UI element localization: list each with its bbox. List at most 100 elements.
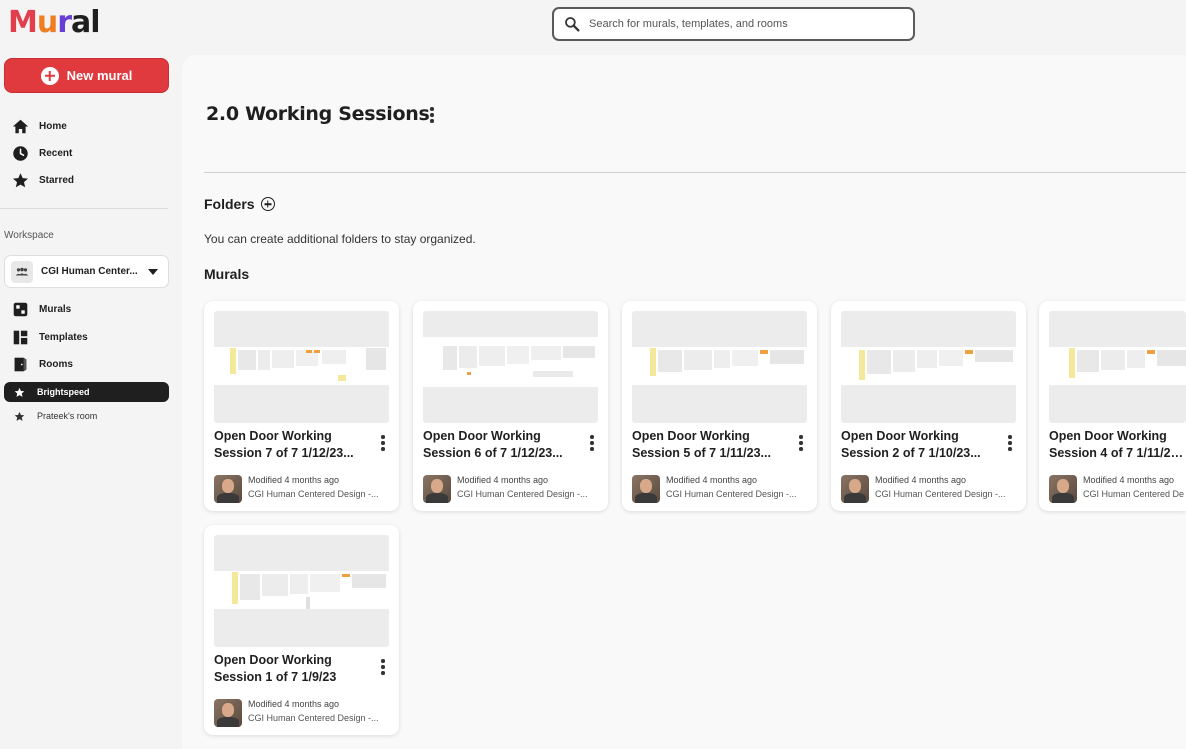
board-preview	[1049, 347, 1186, 385]
page-title: 2.0 Working Sessions	[206, 103, 430, 125]
mural-title-line: Open Door Working	[214, 653, 332, 667]
sidebar-item-murals[interactable]: Murals	[12, 299, 71, 319]
mural-title: Open Door Working Session 1 of 7 1/9/23	[214, 652, 364, 686]
star-icon	[13, 172, 28, 187]
room-item-prateeks-room[interactable]: Prateek's room	[4, 406, 169, 426]
board-preview	[214, 571, 389, 609]
logo-letter: al	[71, 5, 101, 40]
logo-letter: M	[8, 5, 38, 40]
workspace-text: CGI Human Centered Design -...	[666, 489, 797, 499]
search-bar[interactable]	[552, 7, 915, 41]
sidebar-item-templates[interactable]: Templates	[12, 327, 88, 347]
mural-thumbnail	[632, 311, 807, 423]
mural-title: Open Door Working Session 2 of 7 1/10/23…	[841, 428, 991, 462]
modified-text: Modified 4 months ago	[875, 475, 967, 485]
sidebar-item-label: Templates	[39, 331, 88, 343]
workspace-text: CGI Human Centered Design -...	[248, 489, 379, 499]
card-more-icon[interactable]	[378, 435, 388, 451]
title-divider	[204, 172, 1186, 173]
board-preview	[632, 347, 807, 385]
workspace-dropdown[interactable]: CGI Human Center...	[4, 255, 169, 288]
main-content: 2.0 Working Sessions Folders You can cre…	[182, 55, 1186, 749]
room-item-label: Brightspeed	[37, 387, 90, 397]
mural-card[interactable]: Open Door Working Session 2 of 7 1/10/23…	[831, 301, 1026, 511]
avatar	[841, 475, 869, 503]
workspace-text: CGI Human Centered Design -...	[457, 489, 588, 499]
mural-logo[interactable]: Mural	[8, 5, 101, 40]
search-input[interactable]	[589, 18, 889, 30]
mural-title-line: Session 5 of 7 1/11/23...	[632, 446, 771, 460]
card-more-icon[interactable]	[796, 435, 806, 451]
avatar	[1049, 475, 1077, 503]
more-options-icon[interactable]	[427, 107, 437, 123]
mural-card[interactable]: Open Door Working Session 1 of 7 1/9/23 …	[204, 525, 399, 735]
mural-title-line: Session 6 of 7 1/12/23...	[423, 446, 563, 460]
plus-circle-icon	[40, 66, 59, 85]
board-preview	[423, 337, 598, 387]
mural-title-line: Open Door Working	[632, 429, 750, 443]
mural-thumbnail	[214, 535, 389, 647]
mural-thumbnail	[423, 311, 598, 423]
sidebar-item-rooms[interactable]: Rooms	[12, 354, 73, 374]
mural-thumbnail	[214, 311, 389, 423]
modified-text: Modified 4 months ago	[1083, 475, 1175, 485]
sidebar-item-label: Rooms	[39, 358, 73, 370]
workspace-text: CGI Human Centered Design -...	[875, 489, 1006, 499]
mural-title-line: Open Door Working	[1049, 429, 1167, 443]
home-icon	[12, 119, 29, 133]
card-more-icon[interactable]	[1005, 435, 1015, 451]
murals-icon	[13, 302, 28, 316]
sidebar-item-label: Recent	[39, 147, 73, 159]
avatar	[214, 699, 242, 727]
new-mural-label: New mural	[66, 68, 133, 83]
mural-card[interactable]: Open Door Working Session 7 of 7 1/12/23…	[204, 301, 399, 511]
mural-title-line: Open Door Working	[423, 429, 541, 443]
new-mural-button[interactable]: New mural	[4, 58, 169, 93]
mural-card[interactable]: Open Door Working Session 5 of 7 1/11/23…	[622, 301, 817, 511]
board-preview	[841, 347, 1016, 385]
star-icon	[14, 411, 25, 421]
logo-letter: u	[36, 5, 58, 40]
search-icon	[565, 17, 580, 32]
team-icon	[11, 260, 33, 283]
avatar	[423, 475, 451, 503]
sidebar: Mural New mural Home Recent Starred Work…	[0, 0, 178, 749]
star-icon	[14, 387, 25, 397]
board-preview	[214, 347, 389, 385]
folders-heading: Folders	[204, 196, 275, 212]
sidebar-item-home[interactable]: Home	[12, 116, 67, 136]
mural-title-line: Open Door Working	[841, 429, 959, 443]
card-more-icon[interactable]	[587, 435, 597, 451]
chevron-down-icon	[148, 268, 158, 275]
card-more-icon[interactable]	[378, 659, 388, 675]
avatar	[632, 475, 660, 503]
mural-card[interactable]: Open Door Working Session 6 of 7 1/12/23…	[413, 301, 608, 511]
murals-heading: Murals	[204, 266, 250, 282]
mural-title-line: Session 2 of 7 1/10/23...	[841, 446, 981, 460]
sidebar-item-starred[interactable]: Starred	[12, 170, 74, 190]
mural-title: Open Door Working Session 4 of 7 1/11/23…	[1049, 428, 1186, 462]
sidebar-item-recent[interactable]: Recent	[12, 143, 72, 163]
mural-title: Open Door Working Session 7 of 7 1/12/23…	[214, 428, 364, 462]
mural-title-line: Session 1 of 7 1/9/23	[214, 670, 337, 684]
sidebar-divider	[0, 208, 168, 209]
mural-card[interactable]: Open Door Working Session 4 of 7 1/11/23…	[1039, 301, 1186, 511]
mural-title-line: Session 4 of 7 1/11/23...	[1049, 446, 1186, 460]
mural-title: Open Door Working Session 6 of 7 1/12/23…	[423, 428, 573, 462]
workspace-name: CGI Human Center...	[41, 266, 138, 277]
sidebar-item-label: Murals	[39, 303, 72, 315]
templates-icon	[13, 330, 28, 344]
sidebar-item-label: Home	[39, 120, 67, 132]
modified-text: Modified 4 months ago	[248, 475, 340, 485]
add-folder-icon[interactable]	[260, 197, 275, 211]
mural-title: Open Door Working Session 5 of 7 1/11/23…	[632, 428, 782, 462]
room-item-brightspeed[interactable]: Brightspeed	[4, 382, 169, 402]
mural-thumbnail	[1049, 311, 1186, 423]
folders-hint: You can create additional folders to sta…	[204, 232, 476, 246]
workspace-text: CGI Human Centered Design -...	[248, 713, 379, 723]
modified-text: Modified 4 months ago	[248, 699, 340, 709]
mural-title-line: Open Door Working	[214, 429, 332, 443]
mural-title-line: Session 7 of 7 1/12/23...	[214, 446, 354, 460]
room-item-label: Prateek's room	[37, 411, 98, 421]
logo-letter: r	[57, 5, 72, 40]
